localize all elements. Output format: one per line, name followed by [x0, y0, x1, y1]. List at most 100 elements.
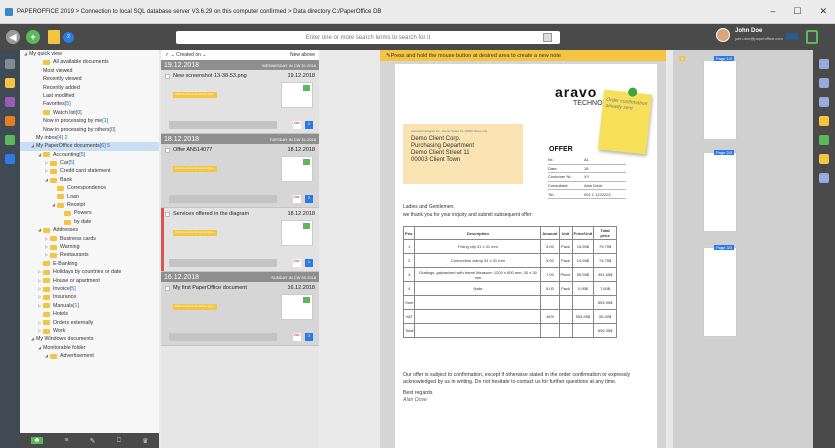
- maximize-button[interactable]: ☐: [793, 6, 801, 17]
- document-type-button[interactable]: Click to add a document type: [173, 92, 217, 98]
- tree-item[interactable]: ▷ House or apartment: [20, 277, 159, 285]
- tree-item[interactable]: ◢ Receipt: [20, 201, 159, 209]
- expand-arrow-icon[interactable]: ▷: [44, 235, 49, 243]
- document-page[interactable]: aravo TECHNOLOGY Order confirmation alre…: [395, 64, 657, 448]
- sticky-note[interactable]: Order confirmation already sent: [597, 87, 653, 155]
- minimize-button[interactable]: –: [770, 6, 775, 17]
- document-card[interactable]: Offer AN514077 18.12.2018 Click to add a d…: [161, 144, 319, 208]
- back-icon[interactable]: ◀: [6, 30, 20, 44]
- tree-icon[interactable]: ♣: [30, 437, 44, 444]
- tree-item[interactable]: ▷ Invoice [5]: [20, 285, 159, 293]
- note-icon[interactable]: [819, 116, 829, 126]
- expand-arrow-icon[interactable]: ▷: [44, 159, 49, 167]
- select-checkbox[interactable]: [165, 212, 170, 217]
- thumbnail-page-2[interactable]: [703, 152, 737, 232]
- tree-item[interactable]: by date: [20, 218, 159, 226]
- share-icon[interactable]: [819, 135, 829, 145]
- tree-item[interactable]: ◢ Accounting [5]: [20, 151, 159, 159]
- expand-arrow-icon[interactable]: ◢: [23, 50, 28, 58]
- expand-arrow-icon[interactable]: ◢: [30, 335, 35, 343]
- tree-item[interactable]: ▷ Orders externally: [20, 319, 159, 327]
- card-actions[interactable]: [169, 333, 277, 341]
- expand-arrow-icon[interactable]: ◢: [51, 201, 56, 209]
- search-input[interactable]: Enter one or more search terms to search…: [176, 31, 560, 44]
- thumbnail-page-1[interactable]: [703, 60, 737, 140]
- document-thumbnail[interactable]: [281, 156, 313, 182]
- screen-icon[interactable]: [786, 33, 798, 40]
- sort-order[interactable]: New above: [290, 52, 315, 58]
- settings-icon[interactable]: ♛: [142, 437, 148, 445]
- expand-arrow-icon[interactable]: ▷: [37, 268, 42, 276]
- document-type-button[interactable]: Click to add a document type: [173, 230, 217, 236]
- inbox-icon[interactable]: [5, 97, 15, 107]
- expand-arrow-icon[interactable]: ◢: [44, 176, 49, 184]
- expand-arrow-icon[interactable]: ◢: [37, 226, 42, 234]
- close-button[interactable]: ✕: [819, 6, 827, 17]
- tree-item[interactable]: ◢ My quick view: [20, 50, 159, 58]
- tree-item[interactable]: ▷ Credit card statement: [20, 167, 159, 175]
- refresh-icon[interactable]: [819, 59, 829, 69]
- tree-item[interactable]: ▷ Business cards: [20, 235, 159, 243]
- card-actions[interactable]: [169, 259, 277, 267]
- list-icon[interactable]: ≡: [64, 437, 68, 444]
- user-profile[interactable]: John Doe john.doe@paperoffice.com: [716, 28, 783, 42]
- avatar[interactable]: [716, 28, 730, 42]
- page-icon[interactable]: ⎕: [117, 437, 121, 445]
- tree-item[interactable]: ▷ Warning: [20, 243, 159, 251]
- tree-item[interactable]: E-Banking: [20, 260, 159, 268]
- tree-item[interactable]: All available documents: [20, 58, 159, 66]
- expand-arrow-icon[interactable]: ◢: [30, 142, 35, 150]
- expand-arrow-icon[interactable]: ▷: [37, 319, 42, 327]
- thumbnail-page-3[interactable]: [703, 247, 737, 337]
- tree-item[interactable]: Favorites [5]: [20, 100, 159, 108]
- expand-arrow-icon[interactable]: ▷: [44, 251, 49, 259]
- select-checkbox[interactable]: [165, 148, 170, 153]
- star-icon[interactable]: [5, 78, 15, 88]
- tree-item[interactable]: ▷ Restaurants: [20, 251, 159, 259]
- expand-arrow-icon[interactable]: ▷: [44, 167, 49, 175]
- tree-item[interactable]: ▷ Manuals [1]: [20, 302, 159, 310]
- expand-arrow-icon[interactable]: ◢: [37, 151, 42, 159]
- expand-arrow-icon[interactable]: ▷: [37, 293, 42, 301]
- tree-item[interactable]: ▷ Insurance: [20, 293, 159, 301]
- tree-item[interactable]: ◢ My Windows documents: [20, 335, 159, 343]
- windows-icon[interactable]: [5, 154, 15, 164]
- expand-arrow-icon[interactable]: ▷: [37, 302, 42, 310]
- expand-arrow-icon[interactable]: ◢: [37, 344, 42, 352]
- expand-arrow-icon[interactable]: ▷: [37, 277, 42, 285]
- document-type-button[interactable]: Click to add a document type: [173, 166, 217, 172]
- copy-icon[interactable]: [819, 173, 829, 183]
- document-type-button[interactable]: Click to add a document type: [173, 304, 217, 310]
- doc-icon[interactable]: [819, 97, 829, 107]
- paperclip-icon[interactable]: ✎: [90, 437, 96, 445]
- expand-arrow-icon[interactable]: ▷: [37, 285, 42, 293]
- shield-icon[interactable]: [806, 30, 818, 44]
- tree-item[interactable]: ◢ Monitorable folder: [20, 344, 159, 352]
- tree-item[interactable]: ▷ Work: [20, 327, 159, 335]
- nav-icon-home[interactable]: [5, 59, 15, 69]
- tree-item[interactable]: ◢ Addresses: [20, 226, 159, 234]
- tree-item[interactable]: Recently added: [20, 84, 159, 92]
- add-button[interactable]: +: [26, 30, 40, 44]
- tree-item[interactable]: Most viewed: [20, 67, 159, 75]
- created-on-sort[interactable]: ✓ ⌄ Created on ⌄: [165, 52, 207, 58]
- tree-item[interactable]: Powers: [20, 209, 159, 217]
- tree-item[interactable]: Loan: [20, 193, 159, 201]
- tree-item[interactable]: Hotels: [20, 310, 159, 318]
- task-icon[interactable]: [819, 154, 829, 164]
- document-thumbnail[interactable]: [281, 220, 313, 246]
- expand-arrow-icon[interactable]: ▷: [37, 327, 42, 335]
- tree-item[interactable]: ▷ Holidays by countries or date: [20, 268, 159, 276]
- document-card[interactable]: My first PaperOffice document 16.12.2018 C…: [161, 282, 319, 346]
- document-card[interactable]: New screenshot 13-38-53.png 19.12.2018 Cli…: [161, 70, 319, 134]
- document-card[interactable]: Services offered in the diagram 18.12.201…: [161, 208, 319, 272]
- document-thumbnail[interactable]: [281, 82, 313, 108]
- tree-item[interactable]: My inbox [4] 2: [20, 134, 159, 142]
- expand-arrow-icon[interactable]: ▷: [44, 243, 49, 251]
- tree-item[interactable]: Now in processing by others [0]: [20, 126, 159, 134]
- tree-item[interactable]: ▷ Car [5]: [20, 159, 159, 167]
- tree-item[interactable]: ◢ My PaperOffice documents [6] 5: [20, 142, 159, 151]
- qr-scan-icon[interactable]: [543, 33, 552, 42]
- tree-item[interactable]: ◢ Advertisement: [20, 352, 159, 360]
- tree-item[interactable]: Recently viewed: [20, 75, 159, 83]
